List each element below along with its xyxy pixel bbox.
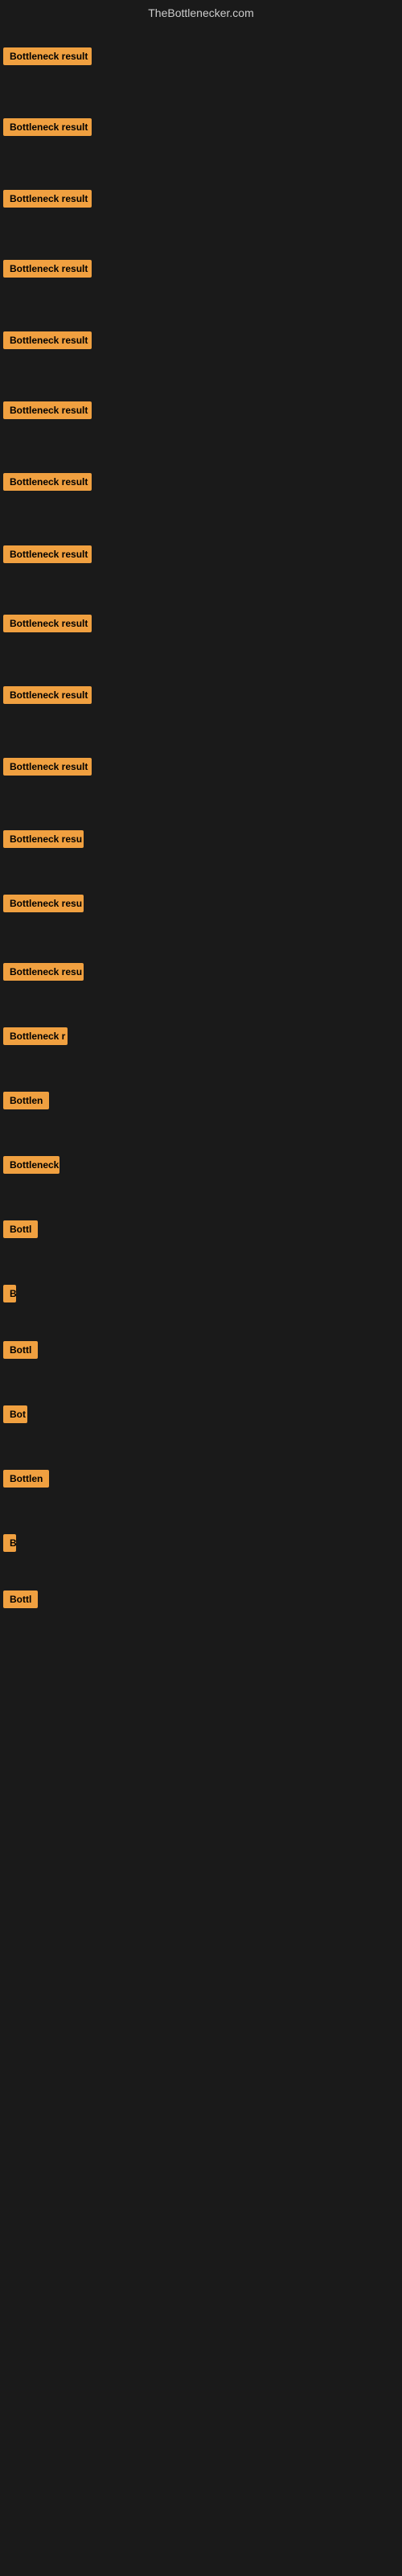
bottleneck-badge: Bottleneck result: [3, 331, 92, 349]
bottleneck-result-item: B: [3, 1534, 16, 1556]
bottleneck-badge: Bot: [3, 1405, 27, 1423]
bottleneck-badge: Bottl: [3, 1341, 38, 1359]
bottleneck-result-item: Bottleneck result: [3, 118, 92, 140]
bottleneck-result-item: B: [3, 1285, 16, 1307]
bottleneck-badge: Bottleneck result: [3, 473, 92, 491]
bottleneck-badge: Bottleneck result: [3, 47, 92, 65]
bottleneck-result-item: Bottleneck result: [3, 473, 92, 495]
bottleneck-badge: Bottleneck result: [3, 758, 92, 776]
bottleneck-result-item: Bottl: [3, 1590, 38, 1612]
bottleneck-result-item: Bottleneck result: [3, 190, 92, 212]
bottleneck-result-item: Bottleneck r: [3, 1027, 68, 1049]
bottleneck-result-item: Bottleneck result: [3, 47, 92, 69]
bottleneck-result-item: Bottl: [3, 1341, 38, 1363]
bottleneck-result-item: Bot: [3, 1405, 27, 1427]
bottleneck-result-item: Bottleneck result: [3, 545, 92, 567]
bottleneck-result-item: Bottlen: [3, 1470, 49, 1492]
bottleneck-result-item: Bottleneck result: [3, 331, 92, 353]
bottleneck-result-item: Bottleneck resu: [3, 895, 84, 916]
bottleneck-result-item: Bottleneck result: [3, 401, 92, 423]
bottleneck-result-item: Bottl: [3, 1220, 38, 1242]
bottleneck-result-item: Bottleneck result: [3, 686, 92, 708]
bottleneck-badge: Bottleneck result: [3, 401, 92, 419]
bottleneck-badge: Bottleneck resu: [3, 895, 84, 912]
bottleneck-badge: Bottleneck r: [3, 1027, 68, 1045]
bottleneck-badge: Bottleneck: [3, 1156, 59, 1174]
bottleneck-badge: Bottleneck result: [3, 545, 92, 563]
bottleneck-badge: B: [3, 1285, 16, 1302]
bottleneck-badge: Bottleneck resu: [3, 830, 84, 848]
bottleneck-badge: Bottleneck result: [3, 686, 92, 704]
bottleneck-result-item: Bottleneck result: [3, 758, 92, 780]
bottleneck-result-item: Bottleneck result: [3, 260, 92, 282]
bottleneck-badge: Bottlen: [3, 1470, 49, 1488]
bottleneck-badge: Bottleneck resu: [3, 963, 84, 981]
bottleneck-result-item: Bottleneck resu: [3, 963, 84, 985]
bottleneck-result-item: Bottlen: [3, 1092, 49, 1113]
bottleneck-badge: Bottleneck result: [3, 260, 92, 278]
bottleneck-result-item: Bottleneck resu: [3, 830, 84, 852]
bottleneck-badge: Bottl: [3, 1220, 38, 1238]
bottleneck-badge: Bottl: [3, 1590, 38, 1608]
results-container: Bottleneck result Bottleneck result Bottle…: [0, 26, 402, 2576]
site-title: TheBottlenecker.com: [0, 0, 402, 26]
bottleneck-badge: Bottleneck result: [3, 118, 92, 136]
bottleneck-result-item: Bottleneck: [3, 1156, 59, 1178]
bottleneck-result-item: Bottleneck result: [3, 615, 92, 636]
bottleneck-badge: Bottleneck result: [3, 190, 92, 208]
bottleneck-badge: Bottlen: [3, 1092, 49, 1109]
bottleneck-badge: Bottleneck result: [3, 615, 92, 632]
bottleneck-badge: B: [3, 1534, 16, 1552]
